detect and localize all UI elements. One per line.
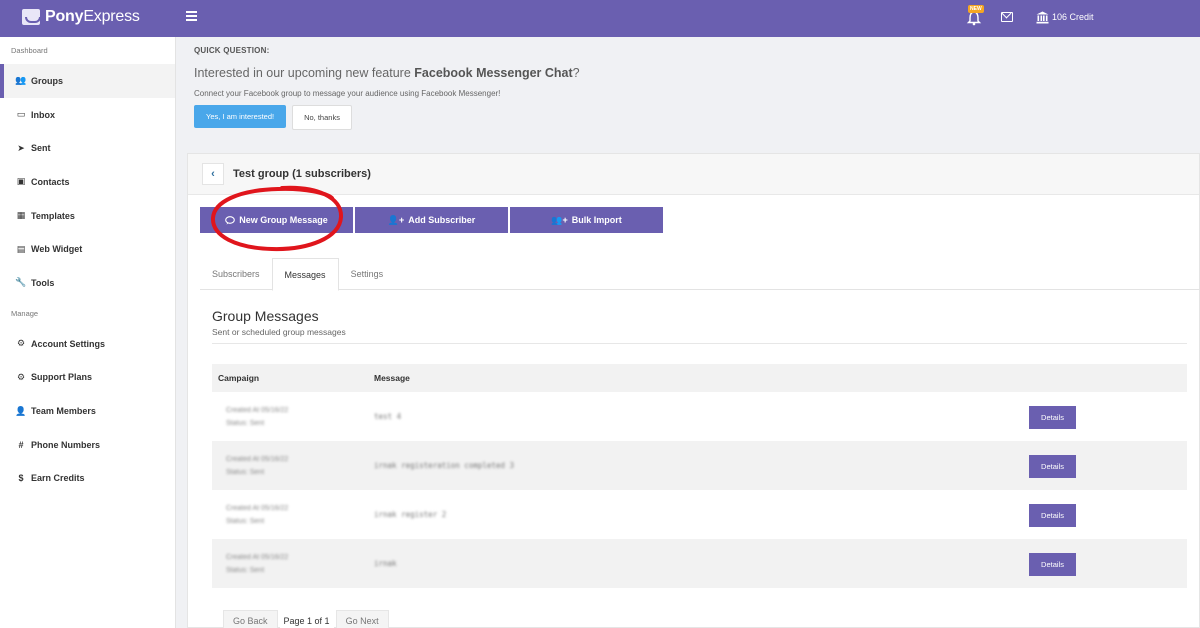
sidebar-item-templates[interactable]: ▦ Templates bbox=[0, 199, 175, 233]
dollar-icon: $ bbox=[18, 473, 24, 484]
sidebar-item-label: Phone Numbers bbox=[31, 439, 101, 450]
prev-page-button[interactable]: Go Back bbox=[223, 610, 278, 628]
sidebar-item-label: Inbox bbox=[31, 109, 55, 120]
new-badge: NEW bbox=[968, 5, 984, 13]
hash-icon: # bbox=[18, 439, 24, 450]
sidebar-item-label: Tools bbox=[31, 277, 55, 288]
no-thanks-button[interactable]: No, thanks bbox=[292, 105, 352, 130]
widget-icon: ▤ bbox=[16, 243, 26, 254]
interested-button[interactable]: Yes, I am interested! bbox=[194, 105, 287, 128]
bulk-import-button[interactable]: 👥+ Bulk Import bbox=[510, 207, 663, 233]
wrench-icon: 🔧 bbox=[15, 277, 27, 288]
gear-icon: ⚙ bbox=[16, 338, 26, 349]
pony-logo-icon bbox=[22, 9, 41, 25]
tab-settings[interactable]: Settings bbox=[339, 258, 396, 290]
details-button[interactable]: Details bbox=[1029, 553, 1076, 576]
inbox-icon: ▭ bbox=[16, 109, 26, 120]
sidebar-section-dashboard: Dashboard bbox=[11, 46, 48, 55]
quick-question-title: Interested in our upcoming new feature F… bbox=[194, 66, 580, 80]
sidebar-item-phone-numbers[interactable]: # Phone Numbers bbox=[0, 428, 175, 462]
sidebar-item-earn-credits[interactable]: $ Earn Credits bbox=[0, 462, 175, 496]
add-subscriber-button[interactable]: 👤+ Add Subscriber bbox=[355, 207, 508, 233]
user-plus-icon: 👤 bbox=[15, 405, 27, 416]
sidebar-item-label: Support Plans bbox=[31, 372, 93, 383]
sidebar: Dashboard 👥 Groups ▭ Inbox ➤ Sent ▣ Cont… bbox=[0, 37, 176, 628]
sidebar-item-account-settings[interactable]: ⚙ Account Settings bbox=[0, 327, 175, 361]
sidebar-section-manage: Manage bbox=[11, 308, 39, 318]
tab-messages[interactable]: Messages bbox=[271, 258, 339, 291]
group-tabs: Subscribers Messages Settings bbox=[200, 258, 1200, 291]
sidebar-item-tools[interactable]: 🔧 Tools bbox=[0, 266, 175, 300]
credit-balance[interactable]: 106 Credit bbox=[1052, 12, 1094, 22]
quick-question: QUICK QUESTION: Interested in our upcomi… bbox=[194, 46, 580, 130]
page-indicator: Page 1 of 1 bbox=[279, 610, 334, 628]
tab-subscribers[interactable]: Subscribers bbox=[200, 258, 272, 290]
campaign-cell: Created At 05/16/22 Status: Sent bbox=[226, 406, 289, 427]
back-button[interactable]: ‹ bbox=[202, 163, 224, 185]
sidebar-item-label: Account Settings bbox=[31, 338, 106, 349]
sidebar-item-label: Contacts bbox=[31, 176, 70, 187]
sidebar-item-label: Groups bbox=[31, 75, 64, 86]
section-title: Group Messages bbox=[212, 308, 319, 324]
top-navbar: PonyExpress NEW 106 Credit bbox=[0, 0, 1200, 37]
quick-question-label: QUICK QUESTION: bbox=[194, 46, 270, 55]
user-plus-icon: 👤+ bbox=[387, 214, 405, 225]
sidebar-item-contacts[interactable]: ▣ Contacts bbox=[0, 165, 175, 199]
main-content: QUICK QUESTION: Interested in our upcomi… bbox=[176, 37, 1200, 628]
quick-question-subtitle: Connect your Facebook group to message y… bbox=[194, 89, 501, 98]
paper-plane-icon: ➤ bbox=[17, 142, 25, 153]
messages-table: Campaign Message Created At 05/16/22 Stat… bbox=[212, 364, 1187, 588]
table-row: Created At 05/16/22 Status: Sent test 4 D… bbox=[212, 392, 1187, 441]
message-cell: irnak register 2 bbox=[374, 510, 447, 519]
message-cell: test 4 bbox=[374, 412, 402, 421]
campaign-cell: Created At 05/16/22 Status: Sent bbox=[226, 553, 289, 574]
sidebar-item-groups[interactable]: 👥 Groups bbox=[0, 64, 175, 98]
sidebar-item-label: Earn Credits bbox=[31, 473, 85, 484]
menu-toggle-icon[interactable] bbox=[186, 11, 197, 25]
sidebar-item-label: Templates bbox=[31, 210, 75, 221]
campaign-cell: Created At 05/16/22 Status: Sent bbox=[226, 455, 289, 476]
bank-icon bbox=[1036, 11, 1049, 24]
details-button[interactable]: Details bbox=[1029, 504, 1076, 527]
pagination: Go Back Page 1 of 1 Go Next bbox=[223, 610, 389, 628]
sidebar-item-team-members[interactable]: 👤 Team Members bbox=[0, 394, 175, 428]
group-actions: New Group Message 👤+ Add Subscriber 👥+ B… bbox=[200, 207, 663, 233]
campaign-cell: Created At 05/16/22 Status: Sent bbox=[226, 504, 289, 525]
table-header: Campaign Message bbox=[212, 364, 1187, 392]
table-row: Created At 05/16/22 Status: Sent irnak re… bbox=[212, 490, 1187, 539]
address-book-icon: ▣ bbox=[16, 176, 26, 187]
column-header-message: Message bbox=[374, 373, 410, 383]
sidebar-item-support-plans[interactable]: ⚙ Support Plans bbox=[0, 361, 175, 395]
sidebar-item-label: Team Members bbox=[31, 406, 96, 417]
mail-icon[interactable] bbox=[1001, 12, 1013, 22]
sidebar-item-label: Sent bbox=[31, 143, 51, 154]
group-panel: ‹ Test group (1 subscribers) New Group M… bbox=[187, 153, 1200, 628]
gear-icon: ⚙ bbox=[16, 371, 26, 382]
users-plus-icon: 👥+ bbox=[551, 214, 568, 225]
message-cell: irnak registeration completed 3 bbox=[374, 461, 514, 470]
details-button[interactable]: Details bbox=[1029, 455, 1076, 478]
table-row: Created At 05/16/22 Status: Sent irnak re… bbox=[212, 441, 1187, 490]
next-page-button[interactable]: Go Next bbox=[335, 610, 389, 628]
new-group-message-button[interactable]: New Group Message bbox=[200, 207, 353, 233]
details-button[interactable]: Details bbox=[1029, 406, 1076, 429]
message-cell: irnak bbox=[374, 559, 397, 568]
sidebar-item-web-widget[interactable]: ▤ Web Widget bbox=[0, 232, 175, 266]
column-header-campaign: Campaign bbox=[218, 373, 260, 383]
sidebar-item-label: Web Widget bbox=[31, 244, 83, 255]
brand-name: PonyExpress bbox=[45, 8, 140, 25]
section-subtitle: Sent or scheduled group messages bbox=[212, 327, 346, 337]
group-messages-section: Group Messages Sent or scheduled group m… bbox=[212, 308, 1187, 344]
group-title: Test group (1 subscribers) bbox=[233, 168, 371, 180]
group-header: ‹ Test group (1 subscribers) bbox=[188, 154, 1199, 195]
users-icon: 👥 bbox=[15, 75, 27, 86]
grid-icon: ▦ bbox=[16, 210, 26, 221]
comment-icon bbox=[225, 215, 236, 224]
sidebar-item-inbox[interactable]: ▭ Inbox bbox=[0, 98, 175, 132]
sidebar-item-sent[interactable]: ➤ Sent bbox=[0, 131, 175, 165]
brand-logo-link[interactable]: PonyExpress bbox=[22, 8, 140, 26]
table-row: Created At 05/16/22 Status: Sent irnak De… bbox=[212, 539, 1187, 588]
